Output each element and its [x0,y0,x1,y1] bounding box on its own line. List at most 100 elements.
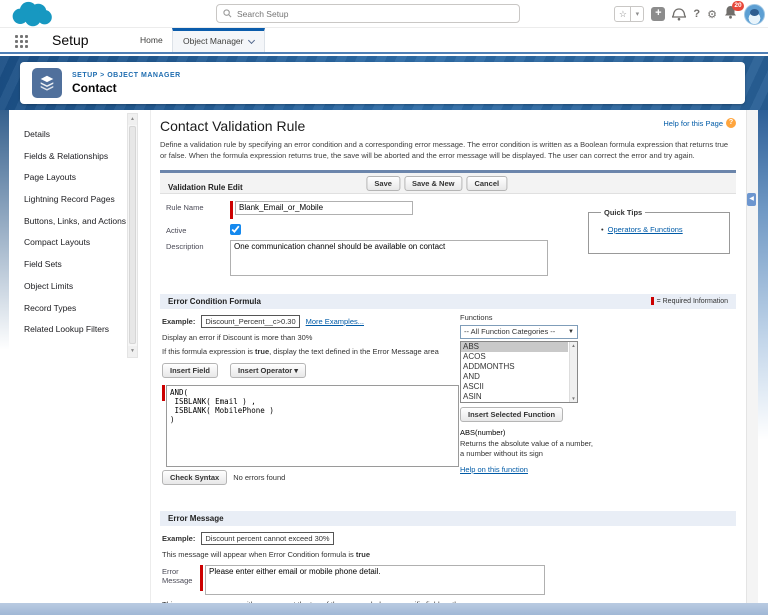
function-signature: ABS(number) [460,428,595,437]
favorites-dropdown-button[interactable]: ▾ [631,6,644,22]
edit-section-title: Validation Rule Edit [168,183,243,192]
scroll-up-arrow-icon[interactable]: ▲ [128,114,137,125]
error-message-textarea[interactable]: Please enter either email or mobile phon… [205,565,545,595]
app-launcher-icon[interactable] [15,35,28,48]
insert-operator-button[interactable]: Insert Operator ▾ [230,363,306,378]
breadcrumb[interactable]: SETUP > OBJECT MANAGER [72,72,181,79]
discount-hint-text: Display an error if Discount is more tha… [162,333,734,342]
functions-label: Functions [460,313,595,322]
save-button[interactable]: Save [366,176,400,191]
dropdown-arrow-icon: ▾ [294,366,298,375]
intro-text: Define a validation rule by specifying a… [160,140,736,162]
function-option[interactable]: ASCII [461,382,568,392]
cancel-button[interactable]: Cancel [466,176,507,191]
help-link-label: Help for this Page [663,119,723,128]
required-bar-icon [651,297,654,305]
setup-nav-bar: Setup Home Object Manager [0,28,768,54]
scroll-up-arrow-icon[interactable]: ▲ [570,343,577,348]
function-option[interactable]: ASIN [461,392,568,402]
error-condition-section-header: Error Condition Formula = Required Infor… [160,294,736,309]
validation-rule-edit-section: Validation Rule Edit Save Save & New Can… [160,170,736,286]
tab-object-manager-label: Object Manager [183,31,243,52]
example-message-box: Discount percent cannot exceed 30% [201,532,333,545]
error-message-label: Error Message [162,565,200,585]
favorites-star-button[interactable]: ☆ [614,6,631,22]
search-input[interactable] [237,9,513,19]
page-header-band: SETUP > OBJECT MANAGER Contact [0,56,768,110]
description-textarea[interactable]: One communication channel should be avai… [230,240,548,276]
help-for-this-page-link[interactable]: Help for this Page ? [663,118,736,128]
sidebar-scrollbar-thumb[interactable] [129,126,136,344]
quick-tips-box: Quick Tips Operators & Functions [588,208,730,254]
help-icon[interactable]: ? [693,8,700,20]
user-avatar[interactable] [744,4,765,25]
example-formula-box: Discount_Percent__c>0.30 [201,315,299,328]
more-examples-link[interactable]: More Examples... [306,317,364,326]
rule-name-label: Rule Name [166,201,230,212]
save-and-new-button[interactable]: Save & New [404,176,463,191]
description-label: Description [166,240,230,251]
functions-listbox[interactable]: ABSACOSADDMONTHSANDASCIIASIN ▲▼ [460,341,578,403]
search-icon [223,9,232,18]
check-syntax-button[interactable]: Check Syntax [162,470,227,485]
functions-panel: Functions -- All Function Categories -- … [460,313,595,477]
scroll-left-arrow-button[interactable]: ◀ [747,193,756,206]
main-title: Contact Validation Rule [160,118,305,134]
guidance-center-icon[interactable] [672,8,686,21]
required-bar [230,201,233,219]
example-label: Example: [162,317,195,326]
object-layers-icon [32,68,62,98]
listbox-scrollbar[interactable]: ▲▼ [569,342,577,402]
tab-object-manager[interactable]: Object Manager [172,28,265,52]
notification-badge: 20 [732,1,744,11]
salesforce-logo [8,1,56,28]
notifications-bell[interactable]: 20 [724,5,737,24]
global-header: ☆ ▾ + ? ⚙ 20 [0,0,768,28]
required-bar [200,565,203,591]
quick-tips-title: Quick Tips [601,208,645,217]
function-description: Returns the absolute value of a number, … [460,439,595,459]
validation-rule-content: Contact Validation Rule Help for this Pa… [150,110,746,603]
functions-options: ABSACOSADDMONTHSANDASCIIASIN [461,342,568,402]
page-header-card: SETUP > OBJECT MANAGER Contact [20,62,745,104]
error-message-body: Example: Discount percent cannot exceed … [160,526,736,603]
global-search[interactable] [216,4,520,23]
app-name-label: Setup [52,32,89,48]
syntax-result-text: No errors found [233,473,285,482]
error-message-section-header: Error Message [160,511,736,526]
help-on-function-link[interactable]: Help on this function [460,465,528,474]
formula-expression-hint: If this formula expression is true, disp… [162,347,734,356]
setup-gear-icon[interactable]: ⚙ [707,8,717,21]
scroll-down-arrow-icon[interactable]: ▼ [570,396,577,401]
object-manager-sidebar: DetailsFields & RelationshipsPage Layout… [0,110,150,603]
scroll-down-arrow-icon[interactable]: ▼ [128,346,137,357]
required-bar [162,385,165,401]
message-appear-hint: This message will appear when Error Cond… [162,550,734,559]
rule-name-input[interactable] [235,201,413,215]
page-title: Contact [72,81,181,95]
insert-field-button[interactable]: Insert Field [162,363,218,378]
error-message-title: Error Message [168,514,224,523]
error-condition-title: Error Condition Formula [168,297,261,306]
quick-create-icon[interactable]: + [651,7,665,21]
select-arrow-icon: ▼ [568,329,574,335]
function-category-value: -- All Function Categories -- [464,327,555,336]
active-checkbox[interactable] [230,224,241,235]
formula-textarea[interactable]: AND( ISBLANK( Email ) , ISBLANK( MobileP… [166,385,459,467]
function-category-select[interactable]: -- All Function Categories -- ▼ [460,325,578,339]
error-condition-body: Example: Discount_Percent__c>0.30 More E… [160,309,736,485]
insert-selected-function-button[interactable]: Insert Selected Function [460,407,563,422]
tab-home[interactable]: Home [130,28,173,52]
active-label: Active [166,224,230,235]
function-option[interactable]: ABS [461,342,568,352]
bottom-bar [0,603,768,615]
sidebar-scrollbar[interactable]: ▲ ▼ [127,113,138,358]
operators-functions-link[interactable]: Operators & Functions [608,225,683,234]
function-option[interactable]: ADDMONTHS [461,362,568,372]
content-scrollbar-track[interactable] [746,110,758,603]
function-option[interactable]: AND [461,372,568,382]
function-option[interactable]: ACOS [461,352,568,362]
help-circle-icon: ? [726,118,736,128]
example-label: Example: [162,534,195,543]
right-background-gradient [758,110,768,440]
